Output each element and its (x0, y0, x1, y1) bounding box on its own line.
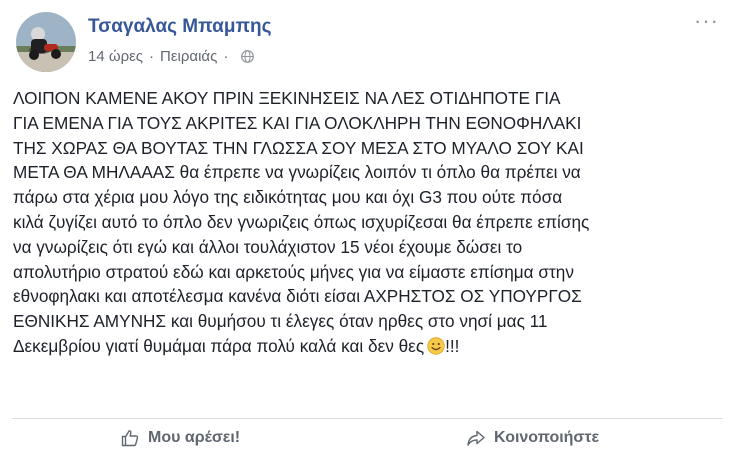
post-time[interactable]: 14 ώρες (88, 48, 143, 65)
more-options-icon[interactable]: ··· (694, 10, 719, 32)
facebook-post: Τσαγαλας Μπαμπης 14 ώρες · Πειραιάς · ··… (0, 0, 735, 471)
post-text-line: πάρω στα χέρια μου λόγο της ειδικότητας … (13, 187, 563, 208)
smiley-emoji (427, 337, 445, 355)
post-text: ΛΟΙΠΟΝ ΚΑΜΕΝΕ ΑΚΟΥ ΠΡΙΝ ΞΕΚΙΝΗΣΕΙΣ ΝΑ ΛΕ… (13, 86, 725, 359)
exclamation-marks: !!! (445, 335, 460, 356)
actions-divider (12, 418, 723, 419)
avatar[interactable] (16, 12, 76, 72)
post-text-line: εθνοφηλακι και αποτέλεσμα κανένα διότι ε… (13, 286, 582, 307)
post-meta: 14 ώρες · Πειραιάς · (88, 48, 255, 65)
globe-icon[interactable] (241, 50, 255, 63)
post-actions-bar: Μου αρέσει! Κοινοποιήστε (0, 420, 735, 466)
post-text-line: Δεκεμβρίου γιατί θυμάμαι πάρα πολύ καλά … (13, 335, 425, 356)
like-label: Μου αρέσει! (148, 429, 241, 446)
like-button[interactable]: Μου αρέσει! (120, 428, 240, 448)
share-button[interactable]: Κοινοποιήστε (466, 428, 599, 448)
share-label: Κοινοποιήστε (494, 429, 600, 446)
meta-separator-2: · (223, 48, 229, 65)
post-text-line: ΕΘΝΙΚΗΣ ΑΜΥΝΗΣ και θυμήσου τι έλεγες ότα… (13, 311, 548, 332)
post-text-line: ΤΗΣ ΧΩΡΑΣ ΘΑ ΒΟΥΤΑΣ ΤΗΝ ΓΛΩΣΣΑ ΣΟΥ ΜΕΣΑ … (13, 137, 584, 158)
post-location[interactable]: Πειραιάς (160, 48, 217, 65)
post-text-line: κιλά ζυγίζει αυτό το όπλο δεν γνωριζεις … (13, 211, 590, 232)
thumbs-up-icon (121, 430, 139, 447)
post-text-line: να γνωρίζεις ότι εγώ και άλλοι τουλάχιστ… (13, 236, 523, 257)
author-name[interactable]: Τσαγαλας Μπαμπης (88, 16, 271, 38)
post-text-line: ΓΙΑ ΕΜΕΝΑ ΓΙΑ ΤΟΥΣ ΑΚΡΙΤΕΣ ΚΑΙ ΓΙΑ ΟΛΟΚΛ… (13, 112, 582, 133)
share-arrow-icon (467, 430, 485, 446)
post-text-last-line: Δεκεμβρίου γιατί θυμάμαι πάρα πολύ καλά … (13, 334, 725, 359)
avatar-photo (16, 12, 76, 72)
post-text-line: απολυτήριο στρατού εδώ και αρκετούς μήνε… (13, 261, 574, 282)
meta-separator: · (149, 48, 155, 65)
post-text-line: ΛΟΙΠΟΝ ΚΑΜΕΝΕ ΑΚΟΥ ΠΡΙΝ ΞΕΚΙΝΗΣΕΙΣ ΝΑ ΛΕ… (13, 88, 561, 108)
post-text-line: ΜΕΤΑ ΘΑ ΜΗΛΑΑΑΣ θα έπρεπε να γνωρίζεις λ… (13, 162, 581, 183)
